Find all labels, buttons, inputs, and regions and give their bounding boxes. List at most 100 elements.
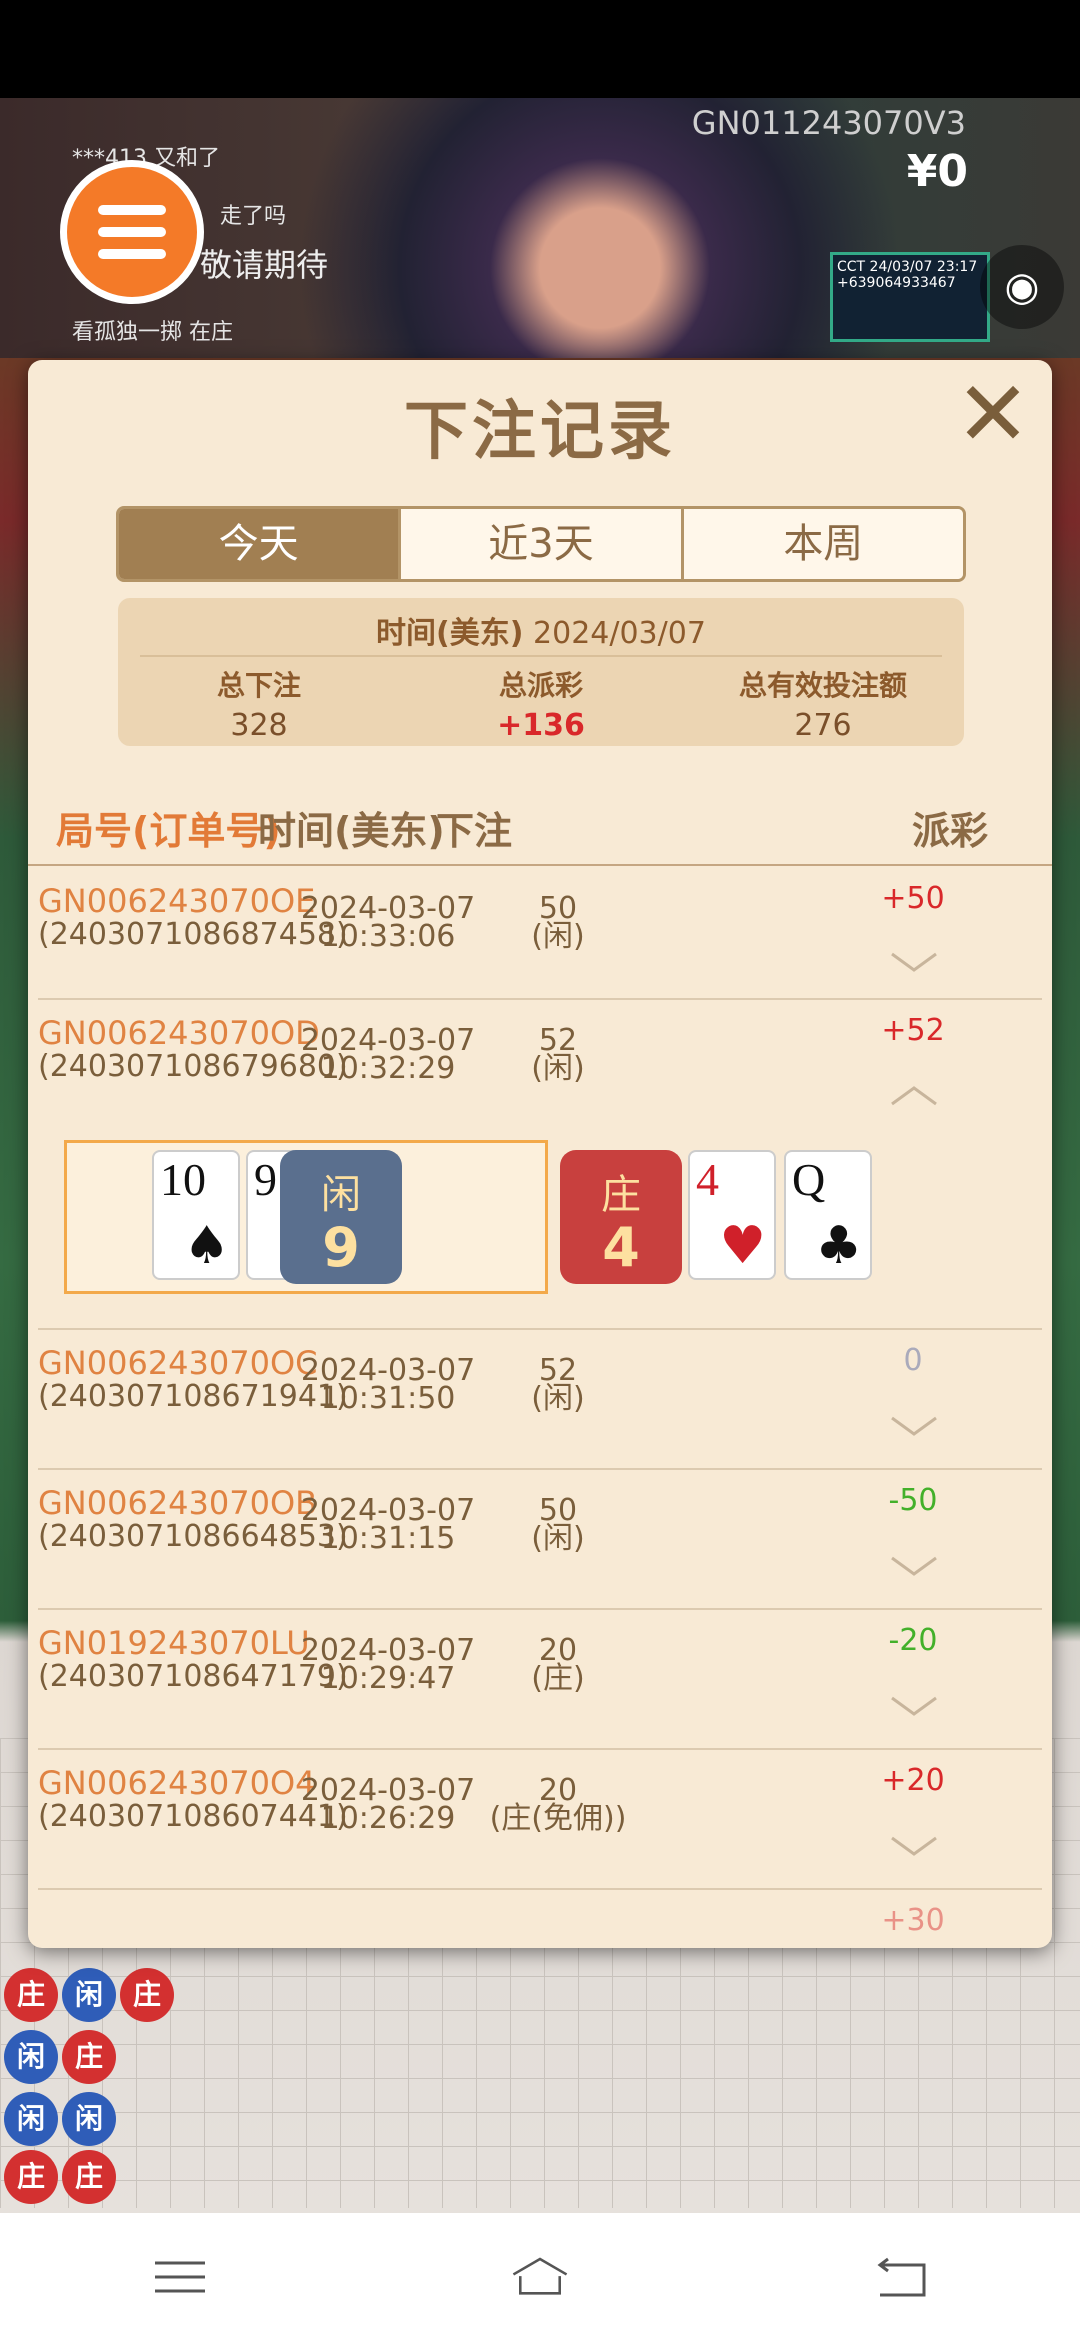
round-id: GN019243070LU (240307108647179) (38, 1624, 348, 1694)
header-bet: 下注 (436, 809, 513, 853)
playing-card: 4 ♥ (688, 1150, 776, 1280)
chat-line: 看孤独一掷 在庄 (72, 320, 233, 345)
chevron-down-icon[interactable] (890, 1554, 938, 1580)
camera-icon[interactable]: ◉ (980, 245, 1064, 329)
chat-line: 走了吗 (220, 204, 287, 229)
payout-value: +50 (881, 881, 945, 916)
table-row[interactable]: GN006243070OC (240307108671941) 2024-03-… (38, 1330, 1042, 1470)
table-row[interactable]: +30 (38, 1890, 1042, 1948)
date-value: 2024/03/07 (533, 616, 706, 651)
playing-card: Q ♣ (784, 1150, 872, 1280)
tab-this-week[interactable]: 本周 (680, 509, 963, 579)
bet-amount: 50 (闲) (438, 892, 678, 952)
summary-panel: 时间(美东) 2024/03/07 总下注 328 总派彩 +136 总有效投注… (118, 598, 964, 746)
player-result-badge: 闲 9 (280, 1150, 402, 1284)
payout-value: -20 (888, 1623, 938, 1658)
card-rank: 9 (254, 1154, 277, 1205)
bet-amount: 20 (庄(免佣)) (438, 1774, 678, 1836)
table-row[interactable]: GN006243070OB (240307108664853) 2024-03-… (38, 1470, 1042, 1610)
menu-button[interactable] (60, 160, 204, 304)
modal-title: 下注记录 (404, 395, 676, 469)
summary-label: 总有效投注额 (738, 669, 907, 702)
status-bar (0, 0, 1080, 98)
nav-menu-button[interactable] (150, 2252, 210, 2302)
banker-label: 庄 (601, 1172, 641, 1218)
round-id: GN006243070OB (240307108664853) (38, 1484, 348, 1554)
bead-road-dot: 闲 (62, 2092, 116, 2146)
chevron-down-icon[interactable] (890, 950, 938, 976)
chevron-down-icon[interactable] (890, 1414, 938, 1440)
bet-side: (闲) (531, 1521, 585, 1556)
menu-icon-bar (98, 249, 166, 259)
bet-side: (闲) (531, 1051, 585, 1086)
nav-home-button[interactable] (510, 2252, 570, 2302)
banner-text: 敬请期待 (200, 246, 329, 284)
card-rank: 4 (696, 1154, 719, 1205)
menu-icon-bar (98, 227, 166, 237)
chevron-up-icon[interactable] (890, 1082, 938, 1108)
bet-amount: 52 (闲) (438, 1024, 678, 1086)
bead-road-dot: 庄 (120, 1968, 174, 2022)
payout-value: -50 (888, 1483, 938, 1518)
order-number: (240307108687458) (38, 917, 348, 952)
bead-road-dot: 庄 (4, 1968, 58, 2022)
divider (140, 655, 942, 657)
banker-result-badge: 庄 4 (560, 1150, 682, 1284)
menu-icon (155, 2261, 205, 2292)
table-row[interactable]: GN006243070O4 (240307108607441) 2024-03-… (38, 1750, 1042, 1890)
tab-last-3-days[interactable]: 近3天 (398, 509, 681, 579)
summary-label: 总派彩 (498, 669, 583, 702)
close-button[interactable]: ✕ (948, 370, 1038, 460)
round-code: GN006243070OB (38, 1484, 318, 1522)
nav-back-button[interactable] (870, 2252, 930, 2302)
table-game-id: GN011243070V3 (691, 104, 966, 142)
spade-icon: ♠ (183, 1216, 230, 1276)
round-code: GN019243070LU (38, 1624, 310, 1662)
ticket-overlay: CCT 24/03/07 23:17 +639064933467 (830, 252, 990, 342)
bet-side: (庄(免佣)) (489, 1801, 627, 1836)
order-number: (240307108671941) (38, 1379, 348, 1414)
summary-valid-bet: 总有效投注额 276 (682, 664, 964, 743)
payout-value: 0 (903, 1343, 923, 1378)
order-number: (240307108607441) (38, 1799, 348, 1834)
chevron-down-icon[interactable] (890, 1694, 938, 1720)
bead-road-dot: 闲 (4, 2092, 58, 2146)
round-code: GN006243070OE (38, 882, 316, 920)
summary-value: 276 (794, 708, 852, 743)
bet-record-modal: 下注记录 ✕ 今天 近3天 本周 时间(美东) 2024/03/07 总下注 3… (28, 360, 1052, 1948)
table-row[interactable]: GN006243070OE (240307108687458) 2024-03-… (38, 868, 1042, 1000)
club-icon: ♣ (815, 1216, 862, 1276)
date-label: 时间(美东) (376, 616, 524, 651)
banker-points: 4 (602, 1216, 640, 1279)
date-tabs: 今天 近3天 本周 (116, 506, 966, 582)
system-nav-bar (0, 2213, 1080, 2340)
summary-value: 328 (230, 708, 288, 743)
home-icon (512, 2257, 568, 2295)
round-id: GN006243070OE (240307108687458) (38, 882, 348, 952)
header-time: 时间(美东) (258, 809, 445, 853)
round-id: GN006243070OC (240307108671941) (38, 1346, 348, 1414)
order-number: (240307108664853) (38, 1519, 348, 1554)
player-label: 闲 (321, 1172, 361, 1218)
payout-value: +20 (881, 1763, 945, 1798)
summary-total-payout: 总派彩 +136 (400, 664, 682, 743)
menu-icon-bar (98, 205, 166, 215)
bead-road-dot: 闲 (62, 1968, 116, 2022)
chevron-down-icon[interactable] (890, 1834, 938, 1860)
heart-icon: ♥ (719, 1216, 766, 1276)
bet-amount: 50 (闲) (438, 1494, 678, 1556)
player-points: 9 (322, 1216, 360, 1279)
bet-side: (庄) (531, 1661, 585, 1696)
tab-today[interactable]: 今天 (119, 509, 399, 579)
table-row[interactable]: GN019243070LU (240307108647179) 2024-03-… (38, 1610, 1042, 1750)
summary-value: +136 (497, 708, 585, 743)
table-header: 局号(订单号) 时间(美东) 下注 派彩 (28, 800, 1052, 866)
summary-total-bet: 总下注 328 (118, 664, 400, 743)
payout-value: +52 (881, 1013, 945, 1048)
bet-side: (闲) (531, 1381, 585, 1416)
header-payout: 派彩 (911, 809, 988, 853)
round-code: GN006243070OD (38, 1014, 320, 1052)
bead-road-dot: 庄 (62, 2030, 116, 2084)
bet-amount: 20 (庄) (438, 1634, 678, 1696)
bead-road-dot: 庄 (62, 2150, 116, 2204)
